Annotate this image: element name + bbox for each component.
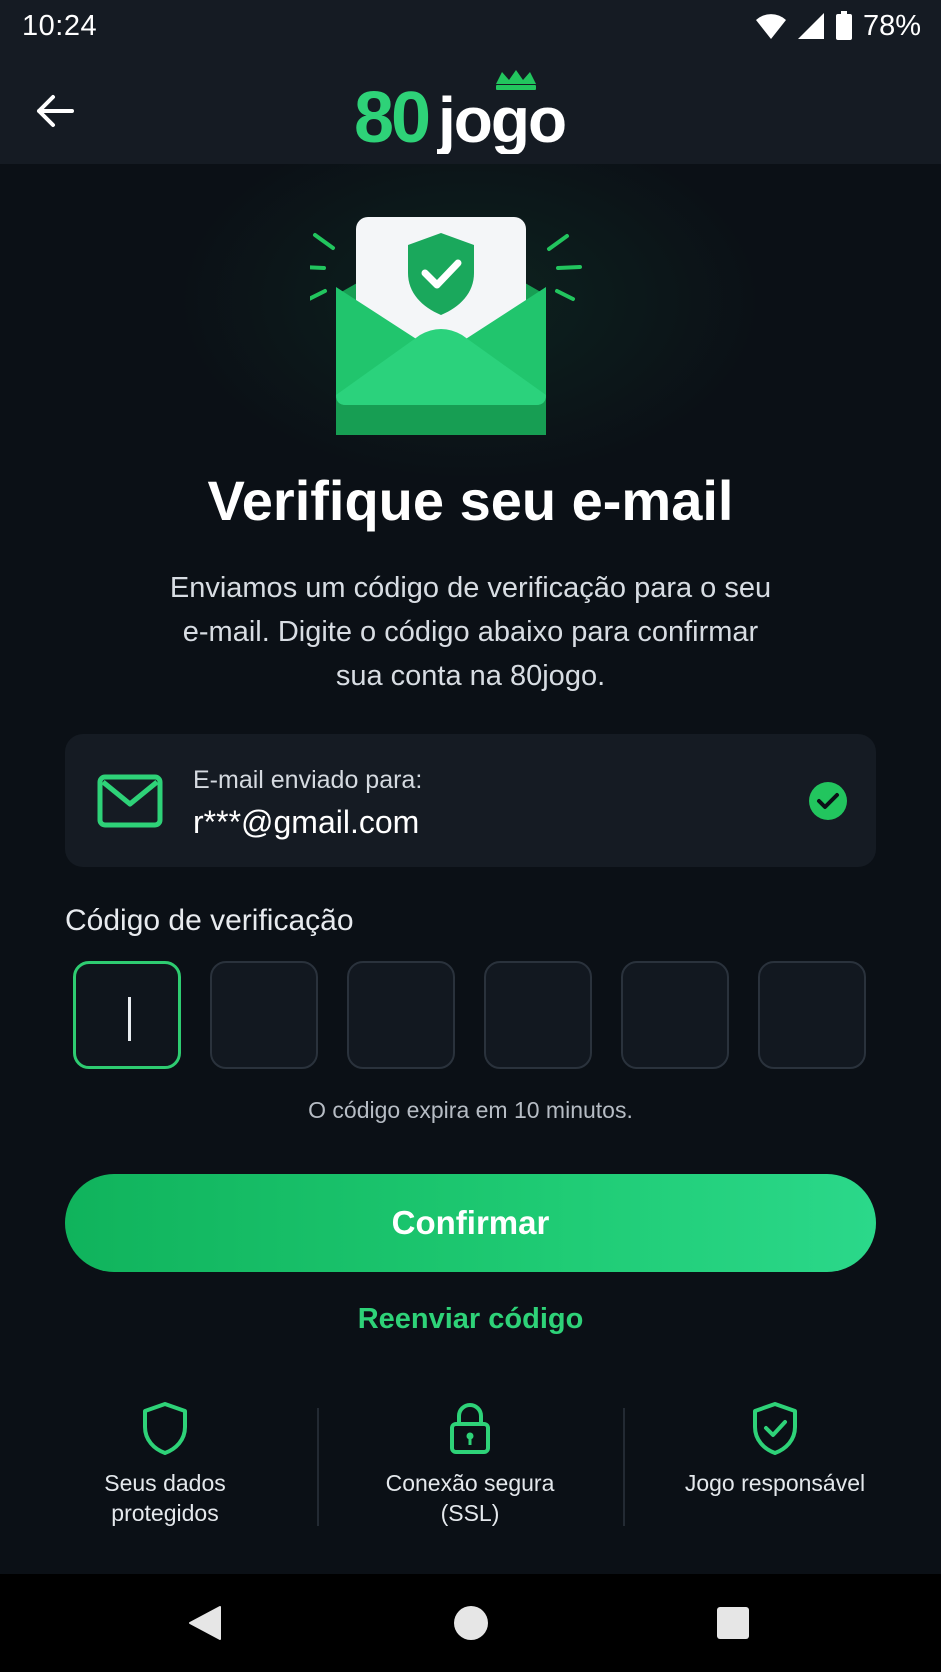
subtitle-line: sua conta na 80jogo. [335, 660, 606, 692]
nav-recents-icon [717, 1607, 749, 1639]
nav-recents-button[interactable] [708, 1598, 758, 1648]
code-digit-4[interactable] [484, 961, 592, 1069]
trust-divider [623, 1408, 625, 1526]
status-time: 10:24 [22, 10, 98, 42]
email-sent-label: E-mail enviado para: [193, 766, 423, 794]
code-input-group [73, 961, 868, 1071]
nav-home-icon [454, 1606, 488, 1640]
trust-text-line: protegidos [111, 1500, 219, 1526]
logo-number: 80 [354, 78, 429, 154]
email-address: r***@gmail.com [193, 804, 420, 840]
system-nav-bar [0, 1574, 941, 1672]
trust-badges: Seus dados protegidos Conexão segura (SS… [0, 1400, 941, 1540]
trust-text-line: Jogo responsável [684, 1470, 866, 1496]
battery-percent: 78% [862, 9, 921, 42]
code-label: Código de verificação [65, 904, 354, 937]
signal-icon [797, 13, 824, 39]
resend-code-link[interactable]: Reenviar código [0, 1303, 941, 1336]
arrow-left-icon [37, 95, 74, 127]
mail-icon [97, 774, 163, 828]
code-digit-2[interactable] [210, 961, 318, 1069]
shield-check-icon [753, 1402, 797, 1455]
page-subtitle: Enviamos um código de verificação para o… [120, 566, 821, 698]
app-header: 80 jogo [0, 54, 941, 164]
confirm-button[interactable]: Confirmar [65, 1174, 876, 1272]
trust-text-line: Seus dados [104, 1470, 226, 1496]
trust-divider [317, 1408, 319, 1526]
email-sent-card: E-mail enviado para: r***@gmail.com [65, 734, 876, 867]
battery-icon [835, 11, 852, 40]
back-button[interactable] [30, 86, 80, 136]
envelope-shield-check-icon [310, 217, 582, 435]
trust-item-data-protected: Seus dados protegidos [15, 1400, 315, 1528]
lock-icon [450, 1403, 490, 1454]
trust-item-responsible-gaming: Jogo responsável [625, 1400, 925, 1498]
trust-text-line: (SSL) [440, 1500, 500, 1526]
shield-icon [143, 1402, 187, 1455]
wifi-icon [755, 14, 786, 40]
status-icons: 78% [755, 8, 921, 44]
code-expiry-note: O código expira em 10 minutos. [308, 1097, 633, 1123]
status-bar: 10:24 78% [0, 0, 941, 54]
trust-text-line: Conexão segura [385, 1470, 555, 1496]
nav-back-icon [189, 1606, 221, 1640]
subtitle-line: e-mail. Digite o código abaixo para conf… [182, 616, 759, 648]
nav-back-button[interactable] [180, 1598, 230, 1648]
code-digit-1[interactable] [73, 961, 181, 1069]
logo-word: jogo [437, 84, 565, 154]
trust-item-secure-connection: Conexão segura (SSL) [320, 1400, 620, 1528]
nav-home-button[interactable] [446, 1598, 496, 1648]
check-circle-icon [809, 782, 847, 820]
text-caret [128, 997, 131, 1041]
code-digit-3[interactable] [347, 961, 455, 1069]
logo: 80 jogo [354, 70, 567, 154]
code-digit-5[interactable] [621, 961, 729, 1069]
page-title: Verifique seu e-mail [207, 469, 734, 532]
verify-email-screen: 10:24 78% 80 jogo Verifique seu e-mail E… [0, 0, 941, 1672]
subtitle-line: Enviamos um código de verificação para o… [169, 572, 772, 604]
code-digit-6[interactable] [758, 961, 866, 1069]
